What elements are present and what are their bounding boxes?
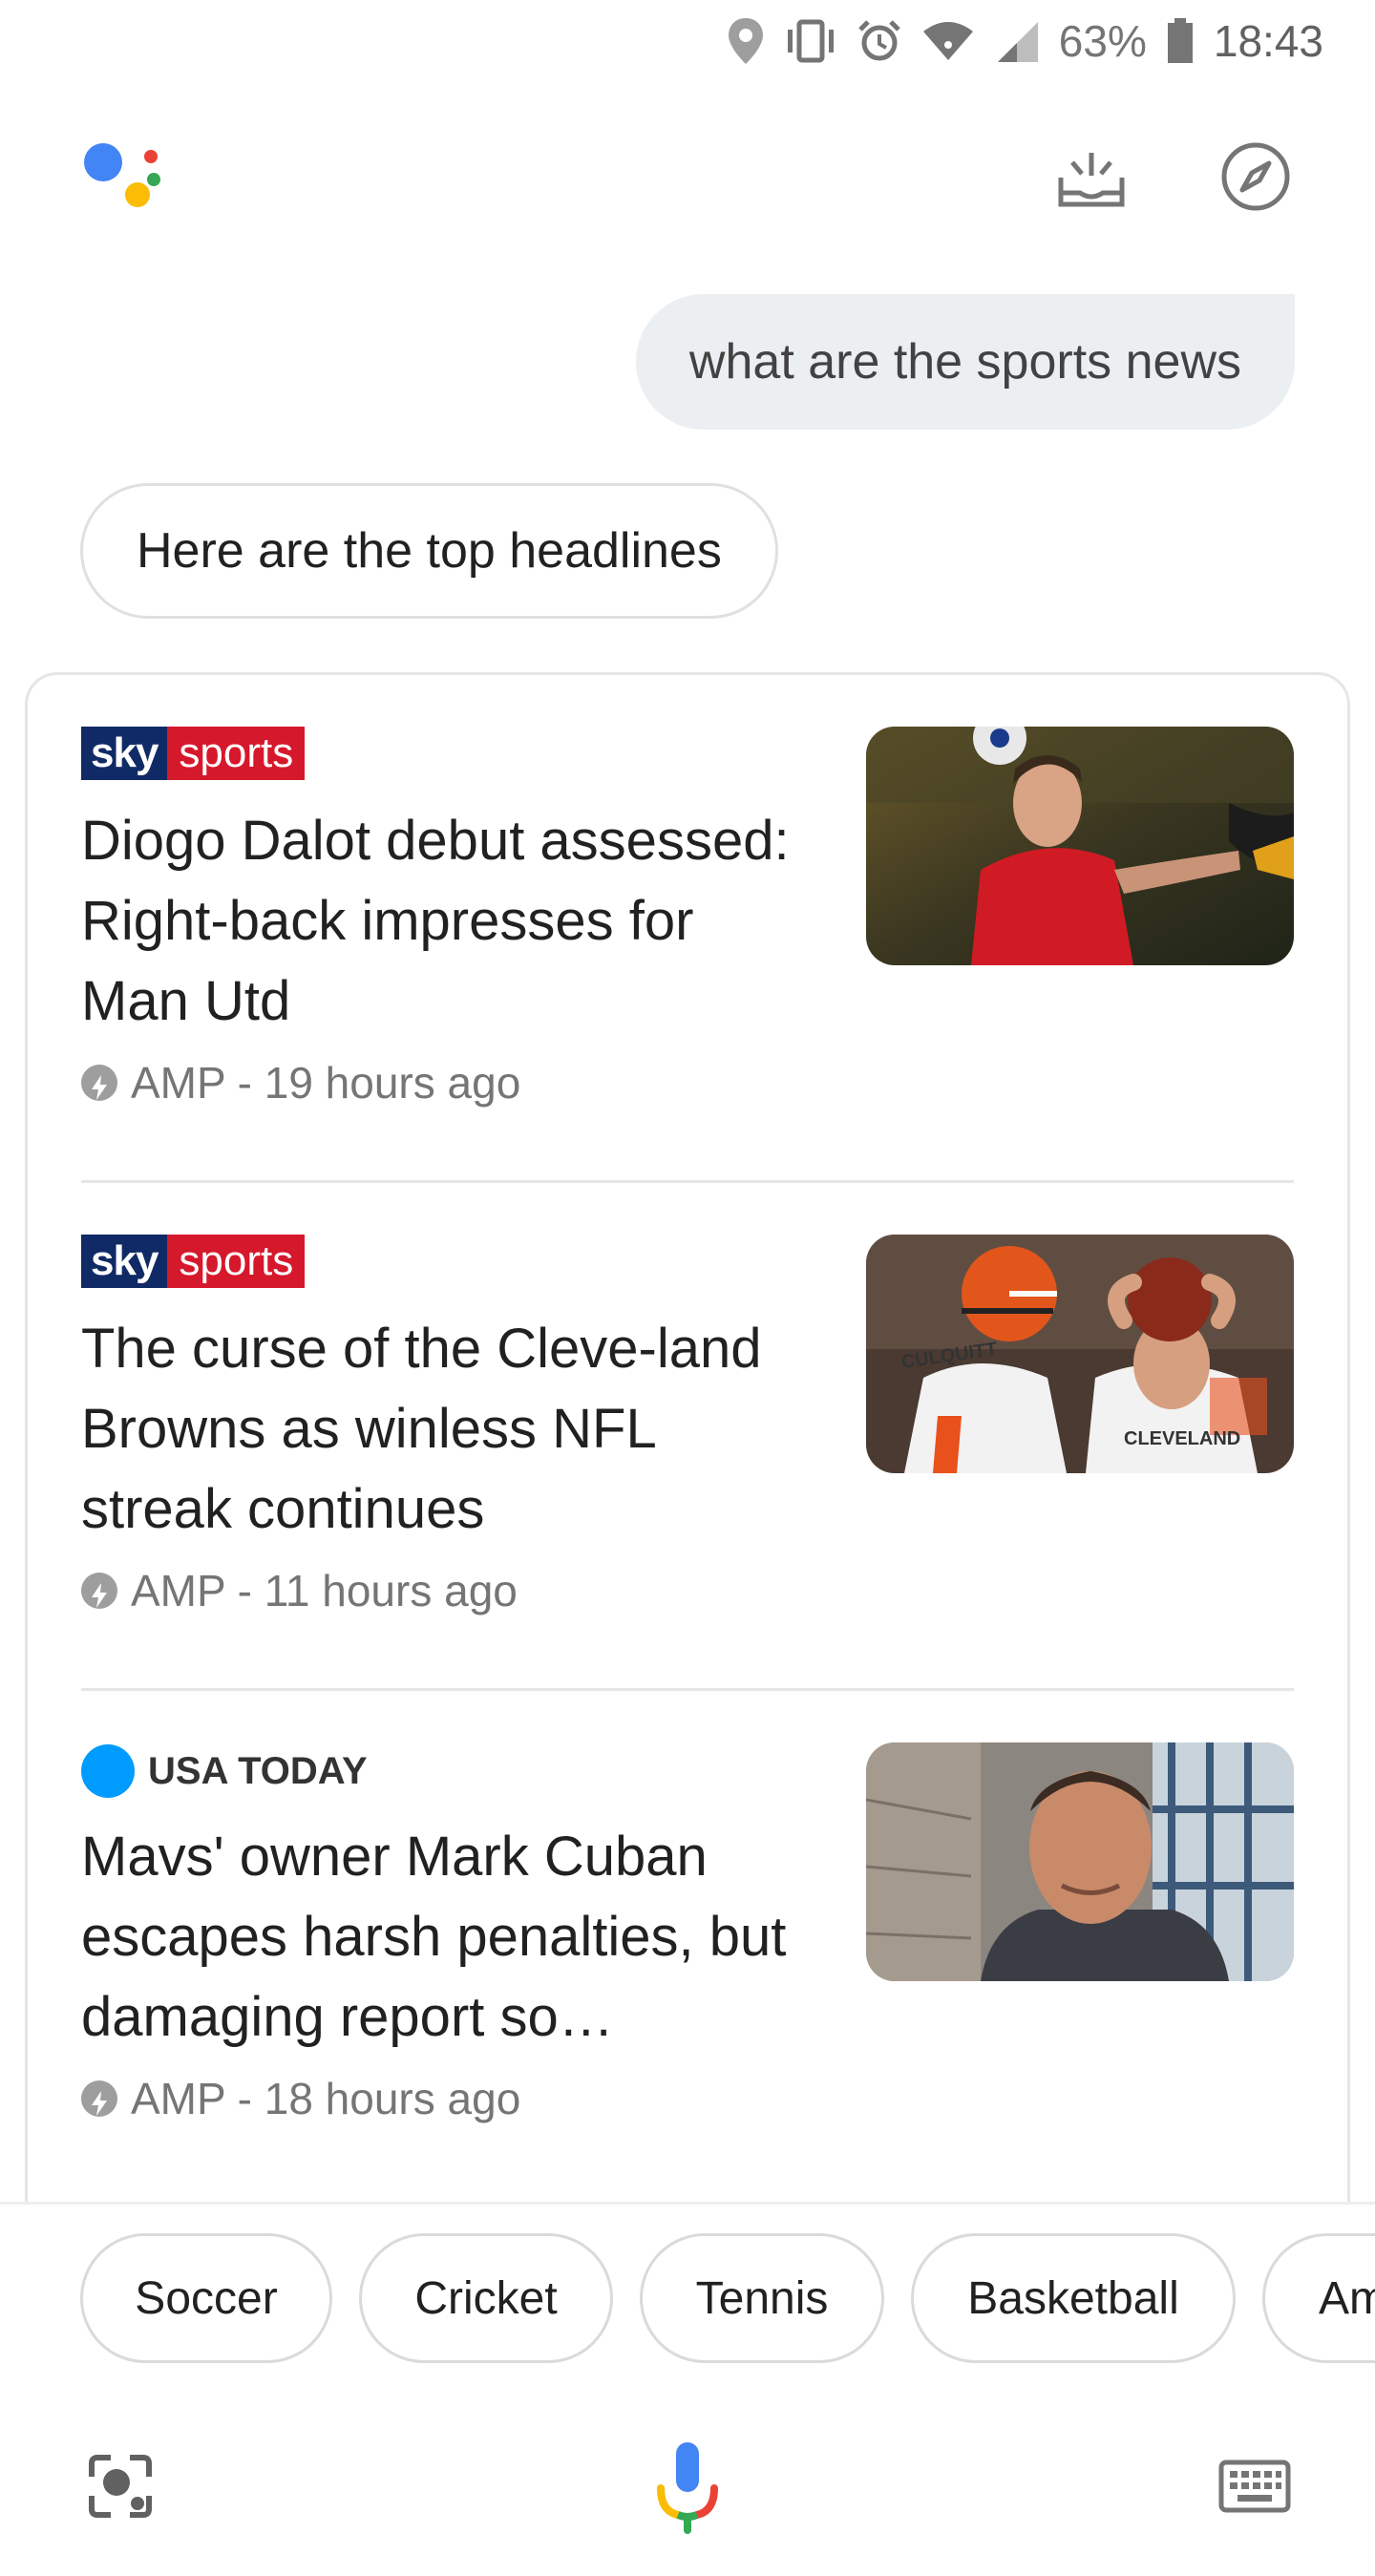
suggestion-chips: Soccer Cricket Tennis Basketball Am	[0, 2202, 1375, 2369]
source-logo-sky-sports: sky sports	[81, 727, 306, 780]
story-meta: AMP - 18 hours ago	[81, 2073, 520, 2124]
news-story[interactable]: USA TODAY Mavs' owner Mark Cuban escapes…	[81, 1691, 1294, 2199]
assistant-reply-bubble: Here are the top headlines	[80, 483, 778, 619]
story-meta: AMP - 11 hours ago	[81, 1565, 518, 1616]
assistant-logo[interactable]	[82, 141, 162, 222]
chip-basketball[interactable]: Basketball	[911, 2233, 1236, 2363]
story-meta-text: AMP - 11 hours ago	[131, 1566, 518, 1615]
status-bar: 63% 18:43	[0, 0, 1375, 82]
user-query-bubble: what are the sports news	[635, 294, 1295, 430]
story-thumbnail[interactable]: CULQUITT CLEVELAND	[866, 1235, 1294, 1473]
story-thumbnail[interactable]	[866, 727, 1294, 965]
lens-icon[interactable]	[73, 2439, 168, 2534]
jersey-text: CLEVELAND	[1124, 1428, 1240, 1449]
story-headline[interactable]: Mavs' owner Mark Cuban escapes harsh pen…	[81, 1817, 807, 2058]
inbox-updates-icon[interactable]	[1048, 134, 1134, 220]
chip-soccer[interactable]: Soccer	[80, 2233, 332, 2363]
chip-more[interactable]: Am	[1262, 2233, 1375, 2363]
assistant-reply-text: Here are the top headlines	[137, 523, 722, 579]
source-logo-usa-today: USA TODAY	[81, 1742, 368, 1800]
story-headline[interactable]: Diogo Dalot debut assessed: Right-back i…	[81, 801, 807, 1042]
news-story[interactable]: sky sports Diogo Dalot debut assessed: R…	[81, 675, 1294, 1183]
user-query-text: what are the sports news	[688, 334, 1241, 390]
chip-cricket[interactable]: Cricket	[359, 2233, 613, 2363]
signal-icon	[994, 18, 1040, 64]
source-logo-part: sky	[81, 727, 168, 780]
amp-lightning-icon	[81, 1573, 117, 1609]
keyboard-icon[interactable]	[1207, 2439, 1302, 2534]
story-meta-text: AMP - 18 hours ago	[131, 2074, 521, 2123]
usa-today-dot-icon	[81, 1744, 135, 1798]
amp-lightning-icon	[81, 2080, 117, 2117]
battery-icon	[1166, 18, 1195, 64]
clock: 18:43	[1213, 16, 1323, 66]
alarm-icon	[857, 18, 902, 64]
news-card: sky sports Diogo Dalot debut assessed: R…	[25, 672, 1350, 2276]
source-logo-part: sports	[167, 727, 306, 780]
vibrate-icon	[784, 18, 837, 64]
story-meta: AMP - 19 hours ago	[81, 1057, 520, 1109]
source-logo-part: sky	[81, 1235, 168, 1288]
news-story[interactable]: sky sports The curse of the Cleve-land B…	[81, 1183, 1294, 1691]
status-icons: 63% 18:43	[727, 11, 1323, 71]
amp-lightning-icon	[81, 1065, 117, 1101]
battery-percent: 63%	[1058, 16, 1147, 66]
chip-tennis[interactable]: Tennis	[640, 2233, 884, 2363]
source-logo-sky-sports: sky sports	[81, 1235, 306, 1288]
source-name: USA TODAY	[148, 1749, 368, 1792]
source-logo-part: sports	[167, 1235, 306, 1288]
wifi-icon	[921, 20, 975, 62]
location-icon	[727, 16, 765, 66]
story-headline[interactable]: The curse of the Cleve-land Browns as wi…	[81, 1309, 807, 1550]
explore-compass-icon[interactable]	[1213, 134, 1299, 220]
mic-icon[interactable]	[640, 2439, 735, 2534]
story-thumbnail[interactable]	[866, 1742, 1294, 1981]
story-meta-text: AMP - 19 hours ago	[131, 1058, 521, 1108]
